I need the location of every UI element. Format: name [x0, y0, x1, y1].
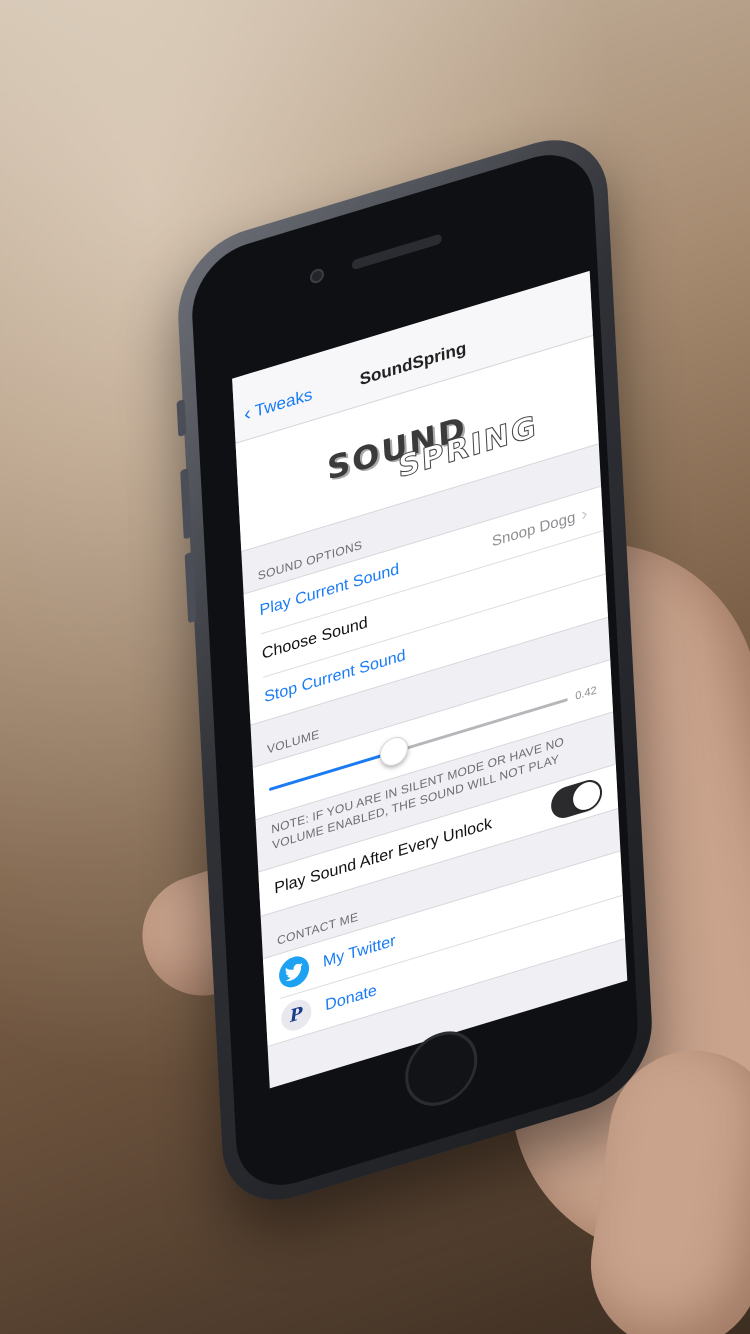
screen: ‹ Tweaks SoundSpring SOUND SPRING Sound … — [232, 270, 628, 1089]
volume-value: 0.42 — [574, 684, 597, 703]
volume-down-button — [184, 551, 197, 624]
toggle-knob — [572, 778, 601, 814]
front-camera — [309, 266, 325, 286]
play-after-unlock-toggle[interactable] — [550, 775, 603, 822]
chevron-right-icon: › — [580, 502, 588, 525]
mute-switch — [176, 399, 187, 437]
volume-slider-thumb[interactable] — [379, 732, 410, 769]
twitter-icon — [278, 952, 310, 992]
volume-up-button — [180, 468, 192, 540]
earpiece-speaker — [351, 233, 443, 271]
paypal-icon: P — [280, 996, 313, 1035]
phone-bezel: ‹ Tweaks SoundSpring SOUND SPRING Sound … — [189, 140, 641, 1200]
iphone: ‹ Tweaks SoundSpring SOUND SPRING Sound … — [174, 122, 656, 1218]
donate-label: Donate — [324, 982, 378, 1015]
